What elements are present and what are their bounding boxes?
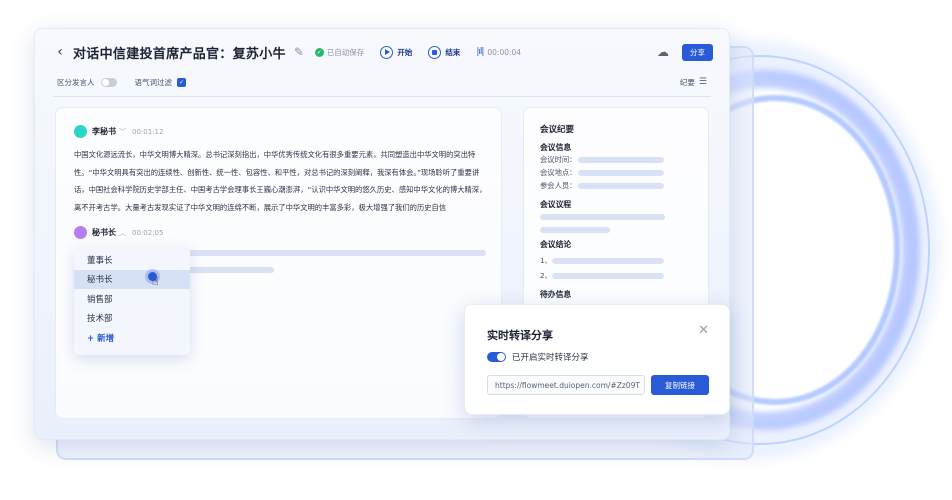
back-arrow-icon[interactable]: ‹ [53, 44, 67, 60]
text-placeholder [176, 250, 486, 256]
speaker-name[interactable]: 李秘书 [92, 126, 116, 137]
stop-label: 结束 [445, 47, 461, 57]
share-link-field[interactable]: https://flowmeet.duiopen.com/#Zz09T [487, 375, 645, 395]
text-placeholder [578, 170, 664, 176]
avatar [74, 226, 87, 239]
filler-filter-checkbox[interactable]: ✓ [177, 77, 186, 87]
dropdown-item[interactable]: 技术部 [74, 309, 190, 329]
conclusion-index: 2、 [540, 271, 552, 280]
text-placeholder [552, 273, 664, 279]
start-button[interactable]: 开始 [380, 45, 413, 59]
divider [53, 96, 711, 97]
check-icon: ✓ [314, 47, 324, 57]
stop-icon [428, 45, 442, 59]
text-placeholder [578, 157, 664, 163]
distinguish-speaker-label: 区分发言人 [57, 77, 95, 87]
speaker-row-2: 秘书长 ︿ 00:02:05 [74, 226, 163, 239]
speaker-timestamp: 00:01:12 [132, 127, 164, 136]
stop-button[interactable]: 结束 [428, 45, 461, 59]
meeting-info-title: 会议信息 [540, 143, 572, 152]
play-icon [380, 45, 394, 59]
chevron-down-icon[interactable]: ﹀ [119, 127, 126, 137]
avatar [74, 125, 87, 138]
text-placeholder [552, 258, 664, 264]
minutes-toggle-button[interactable]: 纪要 ☰ [680, 77, 707, 88]
share-dialog-title: 实时转译分享 [487, 329, 553, 342]
saved-status: ✓ 已自动保存 [314, 47, 365, 58]
text-placeholder [540, 214, 665, 220]
share-toggle-label: 已开启实时转译分享 [512, 353, 589, 363]
dropdown-item[interactable]: 销售部 [74, 289, 190, 309]
copy-link-button[interactable]: 复制链接 [651, 375, 709, 395]
start-label: 开始 [397, 47, 413, 57]
text-placeholder [176, 267, 274, 273]
chevron-up-icon[interactable]: ︿ [119, 228, 126, 238]
dropdown-item[interactable]: 董事长 [74, 250, 190, 270]
todo-title: 待办信息 [540, 290, 572, 299]
speaker-dropdown: 董事长 秘书长 ☝ 销售部 技术部 + 新增 [74, 247, 190, 355]
share-dialog: 实时转译分享 ✕ 已开启实时转译分享 https://flowmeet.duio… [464, 304, 730, 415]
edit-icon[interactable]: ✎ [294, 45, 307, 59]
filler-filter-label: 语气词过滤 [134, 77, 173, 87]
text-placeholder [578, 183, 664, 189]
add-speaker-button[interactable]: + 新增 [74, 328, 190, 348]
meeting-time-label: 会议时间： [540, 155, 577, 164]
share-toggle-row: 已开启实时转译分享 [487, 351, 589, 363]
meeting-place-label: 会议地点： [540, 168, 577, 177]
cloud-upload-icon[interactable]: ☁ [656, 45, 670, 59]
waveform-icon: |ıl| [476, 47, 484, 57]
timer-text: 00:00:04 [487, 47, 522, 57]
distinguish-speaker-toggle[interactable] [100, 77, 117, 87]
pointer-cursor-icon: ☝ [148, 271, 164, 288]
transcript-paragraph: 中国文化源远流长，中华文明博大精深。总书记深刻指出，中华优秀传统文化有很多重要元… [74, 150, 487, 212]
conclusion-index: 1、 [540, 256, 552, 265]
recording-timer: |ıl| 00:00:04 [476, 47, 521, 57]
header: ‹ 对话中信建投首席产品官：复苏小牛 ✎ ✓ 已自动保存 开始 结束 |ıl| … [35, 29, 729, 75]
page-title: 对话中信建投首席产品官：复苏小牛 [73, 46, 286, 62]
speaker-timestamp: 00:02:05 [132, 228, 164, 237]
list-icon: ☰ [698, 77, 707, 87]
speaker-row-1: 李秘书 ﹀ 00:01:12 [74, 125, 163, 138]
saved-status-text: 已自动保存 [326, 47, 365, 57]
minutes-toggle-label: 纪要 [679, 77, 695, 87]
attendee-label: 参会人员： [540, 181, 577, 190]
toolbar: 区分发言人 语气词过滤 ✓ 纪要 ☰ [35, 71, 729, 93]
dropdown-item-selected[interactable]: 秘书长 ☝ [74, 269, 190, 289]
agenda-title: 会议议程 [540, 200, 572, 209]
conclusion-title: 会议结论 [540, 240, 572, 249]
share-toggle[interactable] [487, 352, 506, 362]
dropdown-item-label: 秘书长 [87, 275, 113, 286]
transcript-panel: 李秘书 ﹀ 00:01:12 中国文化源远流长，中华文明博大精深。总书记深刻指出… [55, 107, 502, 419]
close-icon[interactable]: ✕ [698, 323, 709, 338]
minutes-title: 会议纪要 [540, 125, 575, 135]
speaker-name[interactable]: 秘书长 [92, 227, 116, 238]
share-button[interactable]: 分享 [682, 43, 713, 61]
text-placeholder [540, 227, 610, 233]
